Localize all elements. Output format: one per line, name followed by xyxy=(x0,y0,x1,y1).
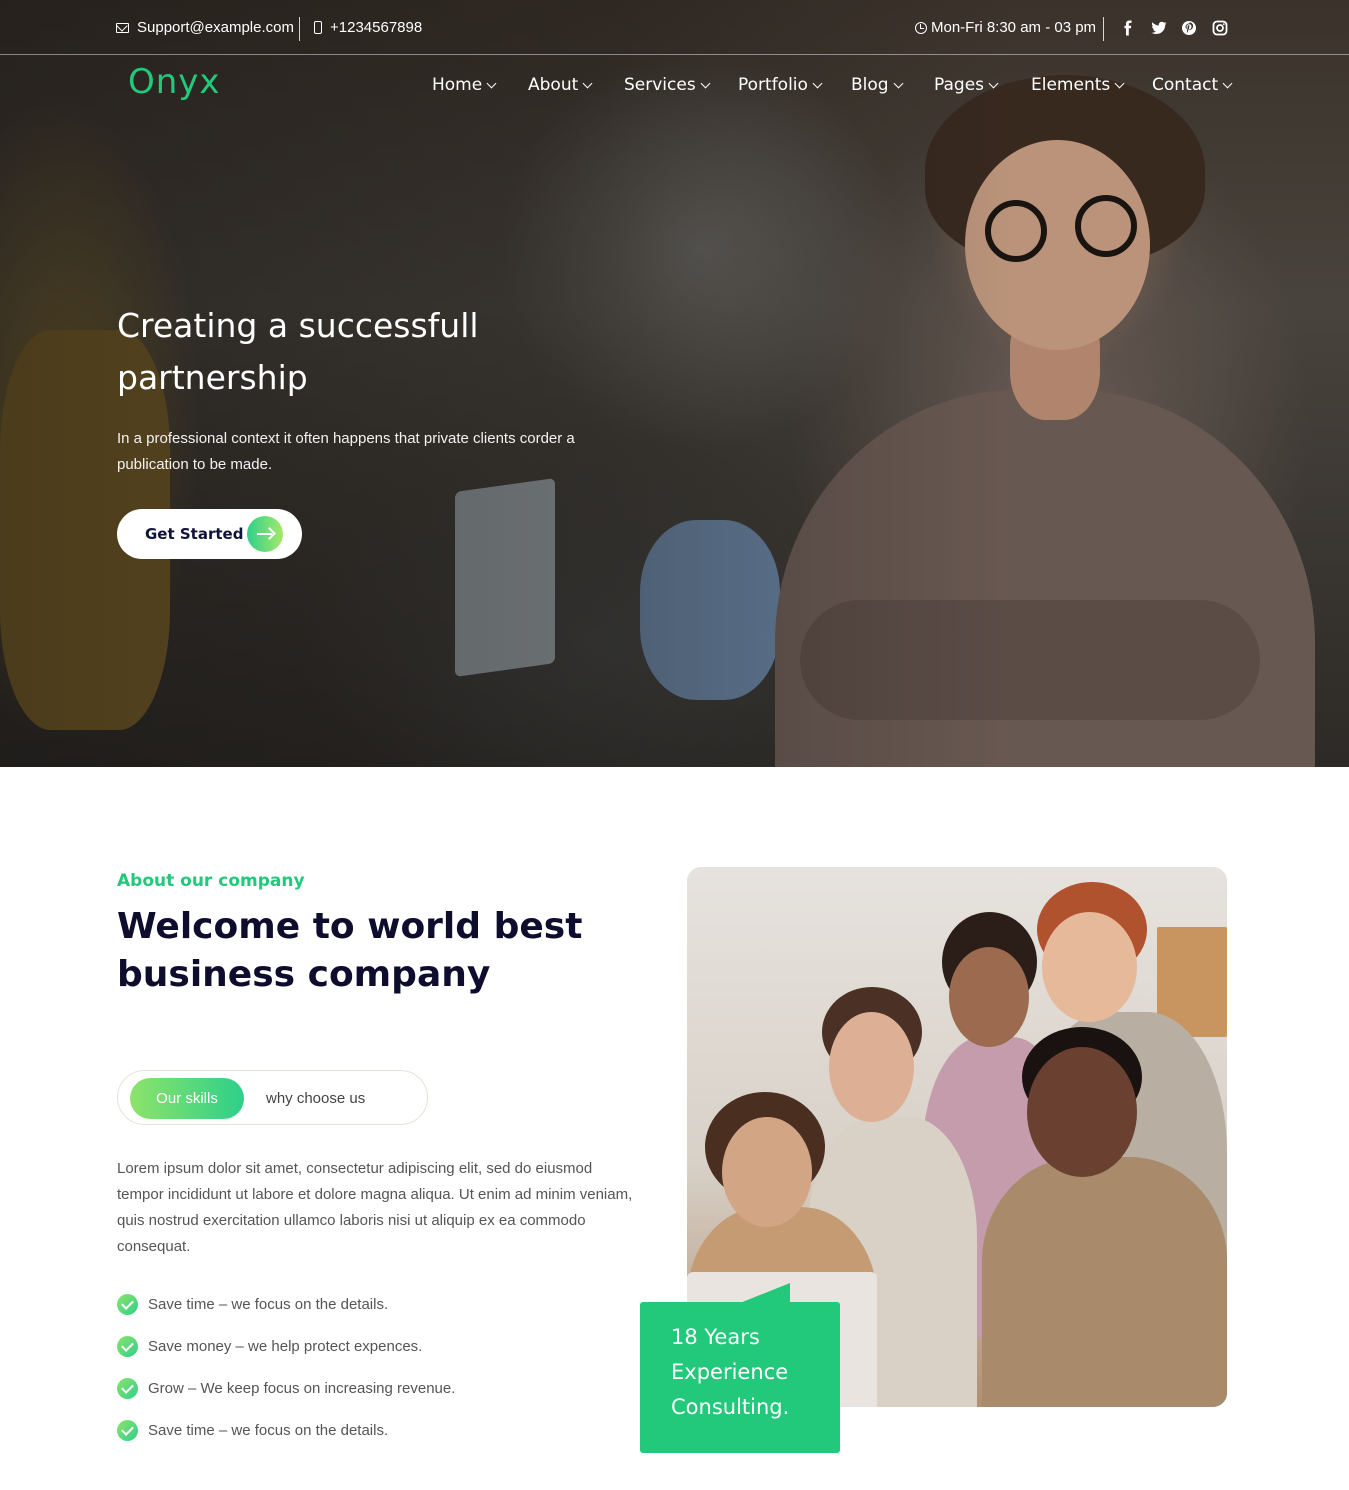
list-item: Grow – We keep focus on increasing reven… xyxy=(117,1376,637,1400)
check-icon xyxy=(117,1293,138,1315)
nav-item-home[interactable]: Home xyxy=(432,75,497,95)
nav-item-label: Contact xyxy=(1152,75,1219,95)
facebook-icon[interactable] xyxy=(1120,20,1136,36)
experience-badge-line: Experience xyxy=(671,1360,789,1384)
nav-item-label: Services xyxy=(624,75,696,95)
nav-item-contact[interactable]: Contact xyxy=(1152,75,1233,95)
top-bar: Support@example.com +1234567898 Mon-Fri … xyxy=(0,0,1349,55)
list-item-text: Save time – we focus on the details. xyxy=(148,1295,389,1313)
support-phone[interactable]: +1234567898 xyxy=(314,19,422,36)
pinterest-icon[interactable] xyxy=(1181,20,1197,36)
nav-item-label: Home xyxy=(432,75,483,95)
chevron-down-icon xyxy=(1222,78,1233,88)
divider xyxy=(1103,17,1104,41)
team-person-face xyxy=(1042,912,1137,1022)
phone-icon xyxy=(314,21,322,34)
mail-icon xyxy=(116,22,129,33)
list-item: Save time – we focus on the details. xyxy=(117,1292,637,1316)
business-hours-text: Mon-Fri 8:30 am - 03 pm xyxy=(931,19,1097,36)
team-person xyxy=(982,1157,1227,1407)
experience-badge-line: Consulting. xyxy=(671,1395,790,1419)
experience-badge-line: 18 Years xyxy=(671,1325,760,1349)
nav-item-portfolio[interactable]: Portfolio xyxy=(738,75,823,95)
badge-pointer xyxy=(740,1283,790,1303)
nav-item-label: About xyxy=(528,75,579,95)
chevron-down-icon xyxy=(988,78,999,88)
tab-our-skills[interactable]: Our skills xyxy=(130,1078,244,1119)
support-email[interactable]: Support@example.com xyxy=(116,19,294,36)
list-item-text: Save time – we focus on the details. xyxy=(148,1421,389,1439)
get-started-button[interactable]: Get Started xyxy=(117,509,302,559)
support-phone-text: +1234567898 xyxy=(330,19,423,36)
nav-item-label: Blog xyxy=(851,75,889,95)
chevron-down-icon xyxy=(700,78,711,88)
divider xyxy=(299,17,300,41)
nav-item-blog[interactable]: Blog xyxy=(851,75,904,95)
list-item-text: Grow – We keep focus on increasing reven… xyxy=(148,1379,456,1397)
business-hours: Mon-Fri 8:30 am - 03 pm xyxy=(915,19,1096,36)
experience-badge: 18 Years Experience Consulting. xyxy=(640,1302,840,1453)
support-email-text: Support@example.com xyxy=(137,19,294,36)
list-item-text: Save money – we help protect expences. xyxy=(148,1337,423,1355)
about-eyebrow: About our company xyxy=(117,871,305,891)
check-icon xyxy=(117,1335,138,1357)
nav-item-label: Elements xyxy=(1031,75,1111,95)
main-nav: Home About Services Portfolio Blog Pages… xyxy=(0,75,1349,99)
nav-item-label: Portfolio xyxy=(738,75,808,95)
nav-item-services[interactable]: Services xyxy=(624,75,711,95)
about-title: Welcome to world best business company xyxy=(117,906,583,995)
hero-subtitle: In a professional context it often happe… xyxy=(117,430,575,473)
chevron-down-icon xyxy=(1114,78,1125,88)
nav-item-about[interactable]: About xyxy=(528,75,593,95)
nav-item-elements[interactable]: Elements xyxy=(1031,75,1125,95)
about-tabs: Our skills why choose us xyxy=(117,1070,428,1125)
get-started-label: Get Started xyxy=(145,525,244,543)
twitter-icon[interactable] xyxy=(1151,20,1167,36)
check-icon xyxy=(117,1419,138,1441)
chevron-down-icon xyxy=(486,78,497,88)
tab-why-choose-us[interactable]: why choose us xyxy=(266,1078,365,1119)
team-person-face xyxy=(1027,1047,1137,1177)
team-person-face xyxy=(829,1012,914,1122)
list-item: Save money – we help protect expences. xyxy=(117,1334,637,1358)
chevron-down-icon xyxy=(582,78,593,88)
clock-icon xyxy=(915,21,927,34)
chevron-down-icon xyxy=(812,78,823,88)
hero-section: Support@example.com +1234567898 Mon-Fri … xyxy=(0,0,1349,767)
arrow-right-icon xyxy=(247,516,283,552)
about-paragraph: Lorem ipsum dolor sit amet, consectetur … xyxy=(117,1160,633,1255)
check-icon xyxy=(117,1377,138,1399)
hero-title: Creating a successfull partnership xyxy=(117,306,479,397)
nav-item-pages[interactable]: Pages xyxy=(934,75,999,95)
list-item: Save time – we focus on the details. xyxy=(117,1418,637,1442)
chevron-down-icon xyxy=(893,78,904,88)
team-person-face xyxy=(949,947,1029,1047)
benefits-list: Save time – we focus on the details. Sav… xyxy=(117,1292,637,1460)
instagram-icon[interactable] xyxy=(1212,20,1228,36)
team-person-face xyxy=(722,1117,812,1227)
nav-item-label: Pages xyxy=(934,75,985,95)
